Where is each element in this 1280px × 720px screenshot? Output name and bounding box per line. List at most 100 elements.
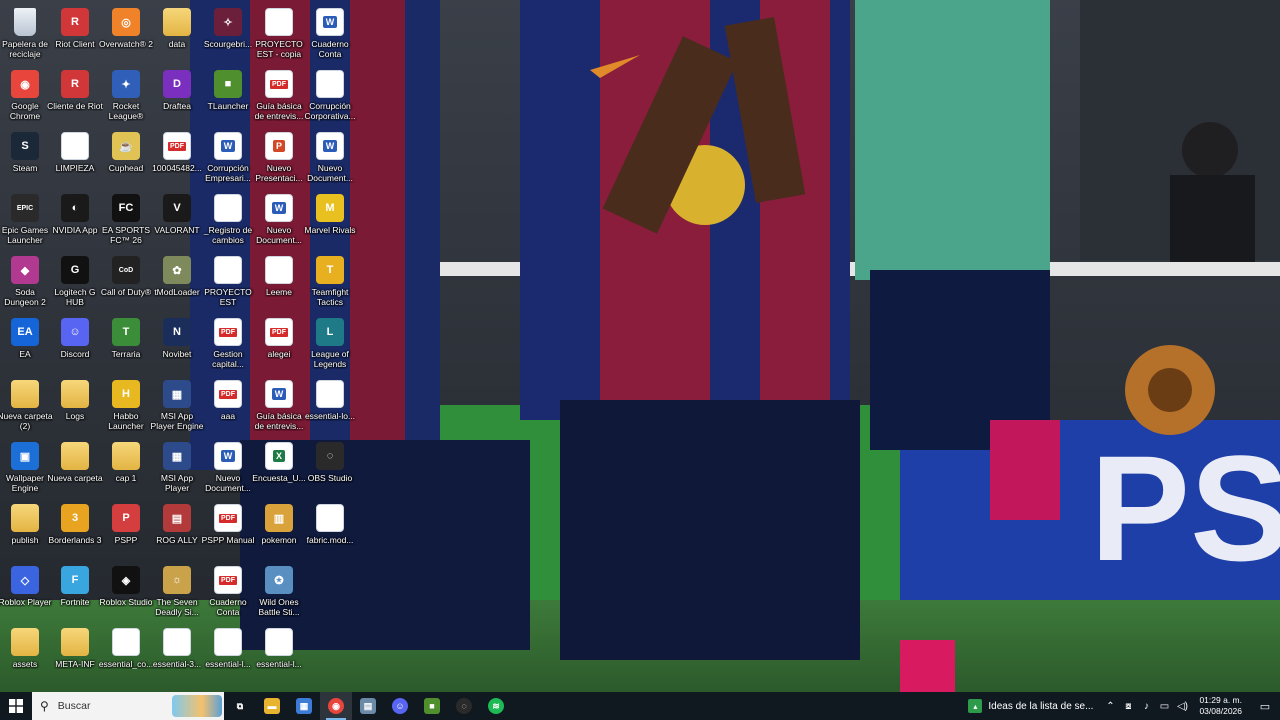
desktop-icon[interactable]: Nueva carpeta (2) xyxy=(0,376,53,438)
desktop-icon[interactable]: ✦ Rocket League® xyxy=(101,66,151,128)
desktop-icon[interactable]: T Terraria xyxy=(101,314,151,376)
desktop-icon[interactable]: PDF Gestion capital... xyxy=(203,314,253,376)
taskbar-app-button[interactable]: ▦ xyxy=(288,692,320,720)
desktop-icon[interactable]: publish xyxy=(0,500,50,562)
desktop-icon[interactable]: PDF Guía básica de entrevis... xyxy=(254,66,304,128)
desktop-icon[interactable]: ▦ MSI App Player Engine xyxy=(151,376,203,438)
desktop-icon[interactable]: ✿ tModLoader xyxy=(152,252,202,314)
desktop-icon[interactable]: ◇ Roblox Player xyxy=(0,562,51,624)
desktop-icon[interactable]: ◆ Soda Dungeon 2 xyxy=(0,252,50,314)
desktop-icon[interactable]: W Nuevo Document... xyxy=(203,438,253,500)
desktop-icon[interactable]: D Draftea xyxy=(152,66,202,128)
desktop-icon[interactable]: assets xyxy=(0,624,50,686)
desktop-icon-label: Terraria xyxy=(111,349,141,359)
desktop-icon[interactable]: ≡ essential_co... xyxy=(99,624,153,686)
desktop-icon[interactable]: H Habbo Launcher xyxy=(101,376,151,438)
chevron-up-icon[interactable]: ⌃ xyxy=(1102,701,1118,712)
desktop-icon[interactable]: N Novibet xyxy=(152,314,202,376)
desktop-icon[interactable]: ✧ Scourgebri... xyxy=(203,4,253,66)
desktop-icon[interactable]: PDF PSPP Manual xyxy=(202,500,254,562)
desktop-icon[interactable]: PDF alegei xyxy=(254,314,304,376)
desktop-icon[interactable]: ≡ fabric.mod... xyxy=(305,500,355,562)
desktop-icon[interactable]: G Logitech G HUB xyxy=(50,252,100,314)
taskbar-app-button[interactable]: ▤ xyxy=(352,692,384,720)
desktop-icon[interactable]: W Nuevo Document... xyxy=(254,190,304,252)
desktop-icon[interactable]: 3 Borderlands 3 xyxy=(49,500,101,562)
desktop-icon[interactable]: P Nuevo Presentaci... xyxy=(254,128,304,190)
desktop-icon[interactable]: W Cuaderno Conta xyxy=(305,4,355,66)
ea-icon: EA xyxy=(11,318,39,346)
desktop-icon[interactable]: PDF aaa xyxy=(203,376,253,438)
pdf-file-icon: PDF xyxy=(214,318,242,346)
volume-icon[interactable]: ◁) xyxy=(1174,701,1190,712)
desktop-icon[interactable]: ∿ PROYECTO EST xyxy=(203,252,253,314)
desktop-icon[interactable]: ♨ essential-l... xyxy=(203,624,253,686)
desktop-icon[interactable]: EPIC Epic Games Launcher xyxy=(0,190,50,252)
desktop-icon[interactable]: ≡ _Registro de cambios xyxy=(203,190,253,252)
microphone-icon[interactable]: ♪ xyxy=(1138,701,1154,712)
desktop-icon[interactable]: Logs xyxy=(50,376,100,438)
network-icon[interactable]: ▭ xyxy=(1156,701,1172,712)
desktop-icon[interactable]: ♨ essential-3... xyxy=(152,624,202,686)
desktop-icon[interactable]: ≡ LIMPIEZA xyxy=(50,128,100,190)
desktop-icon[interactable]: ▥ pokemon xyxy=(254,500,304,562)
taskbar-app-button[interactable]: ◌ xyxy=(448,692,480,720)
desktop-icon[interactable]: ◐ NVIDIA App xyxy=(50,190,100,252)
desktop-icon-label: Corrupción Empresari... xyxy=(205,163,251,183)
desktop-icon[interactable]: F Fortnite xyxy=(50,562,100,624)
taskbar-app-button[interactable]: ≋ xyxy=(480,692,512,720)
desktop-icon[interactable]: P PSPP xyxy=(101,500,151,562)
desktop-icon[interactable]: ▣ Wallpaper Engine xyxy=(0,438,50,500)
taskbar-app-button[interactable]: ☺ xyxy=(384,692,416,720)
desktop-icon[interactable]: V VALORANT xyxy=(152,190,202,252)
desktop-icon[interactable]: W Nuevo Document... xyxy=(305,128,355,190)
desktop-icon[interactable]: ≡ essential-l... xyxy=(254,624,304,686)
desktop-icon[interactable]: W Corrupción Empresari... xyxy=(203,128,253,190)
desktop-icon[interactable]: ◉ Google Chrome xyxy=(0,66,50,128)
desktop-icon[interactable]: CoD Call of Duty® xyxy=(101,252,151,314)
desktop-icon[interactable]: ◎ Overwatch® 2 xyxy=(99,4,153,66)
desktop-icon[interactable]: EA EA xyxy=(0,314,50,376)
desktop-icon[interactable]: data xyxy=(152,4,202,66)
desktop-icon[interactable]: L League of Legends xyxy=(305,314,355,376)
desktop-icon[interactable]: R Riot Client xyxy=(50,4,100,66)
desktop-icon[interactable]: cap 1 xyxy=(101,438,151,500)
desktop-icon[interactable]: ✪ Wild Ones Battle Sti... xyxy=(254,562,304,624)
taskbar-app-button[interactable]: ◉ xyxy=(320,692,352,720)
text-file-icon: ∿ xyxy=(265,8,293,36)
desktop-icon[interactable]: T Teamfight Tactics xyxy=(305,252,355,314)
desktop-icon[interactable]: PDF 100045482... xyxy=(152,128,202,190)
desktop-icon[interactable]: ∿ PROYECTO EST - copia xyxy=(254,4,304,66)
desktop-icon[interactable]: META-INF xyxy=(50,624,100,686)
notification-center-button[interactable]: ▭ xyxy=(1250,692,1280,720)
desktop-icon[interactable]: ≡ essential-lo... xyxy=(305,376,355,438)
taskbar-app-button[interactable]: ▬ xyxy=(256,692,288,720)
taskbar-app-button[interactable]: ⧉ xyxy=(224,692,256,720)
taskbar-search-box[interactable]: ⚲ Buscar xyxy=(32,692,224,720)
desktop-icon-label: _Registro de cambios xyxy=(203,225,253,245)
news-widget[interactable]: ▴ Ideas de la lista de se... xyxy=(960,692,1101,720)
desktop-icon[interactable]: ▦ MSI App Player xyxy=(152,438,202,500)
desktop-icon[interactable]: X Encuesta_U... xyxy=(252,438,306,500)
desktop-icon[interactable]: Papelera de reciclaje xyxy=(0,4,50,66)
desktop-icon[interactable]: S Steam xyxy=(0,128,50,190)
desktop-icon[interactable]: R Cliente de Riot xyxy=(47,66,103,128)
desktop-icon[interactable]: FC EA SPORTS FC™ 26 xyxy=(101,190,151,252)
desktop-icon[interactable]: ☼ The Seven Deadly Si... xyxy=(152,562,202,624)
start-button[interactable] xyxy=(0,692,32,720)
desktop-icon[interactable]: Nueva carpeta xyxy=(47,438,103,500)
desktop-icon[interactable]: ▤ ROG ALLY xyxy=(152,500,202,562)
desktop-icon[interactable]: PDF Cuaderno Conta xyxy=(203,562,253,624)
desktop-icon[interactable]: ☕ Cuphead xyxy=(101,128,151,190)
taskbar-clock[interactable]: 01:29 a. m. 03/08/2026 xyxy=(1191,695,1250,717)
desktop-icon[interactable]: ◌ OBS Studio xyxy=(305,438,355,500)
device-icon[interactable]: ⧇ xyxy=(1120,701,1136,712)
desktop-icon[interactable]: W Guía básica de entrevis... xyxy=(254,376,304,438)
desktop-icon[interactable]: ☺ Discord xyxy=(50,314,100,376)
desktop-icon[interactable]: ≡ Leeme xyxy=(254,252,304,314)
desktop-icon[interactable]: Corrupción Corporativa... xyxy=(304,66,356,128)
desktop-icon[interactable]: ◈ Roblox Studio xyxy=(100,562,152,624)
desktop-icon[interactable]: M Marvel Rivals xyxy=(304,190,356,252)
desktop-icon[interactable]: ■ TLauncher xyxy=(203,66,253,128)
taskbar-app-button[interactable]: ■ xyxy=(416,692,448,720)
